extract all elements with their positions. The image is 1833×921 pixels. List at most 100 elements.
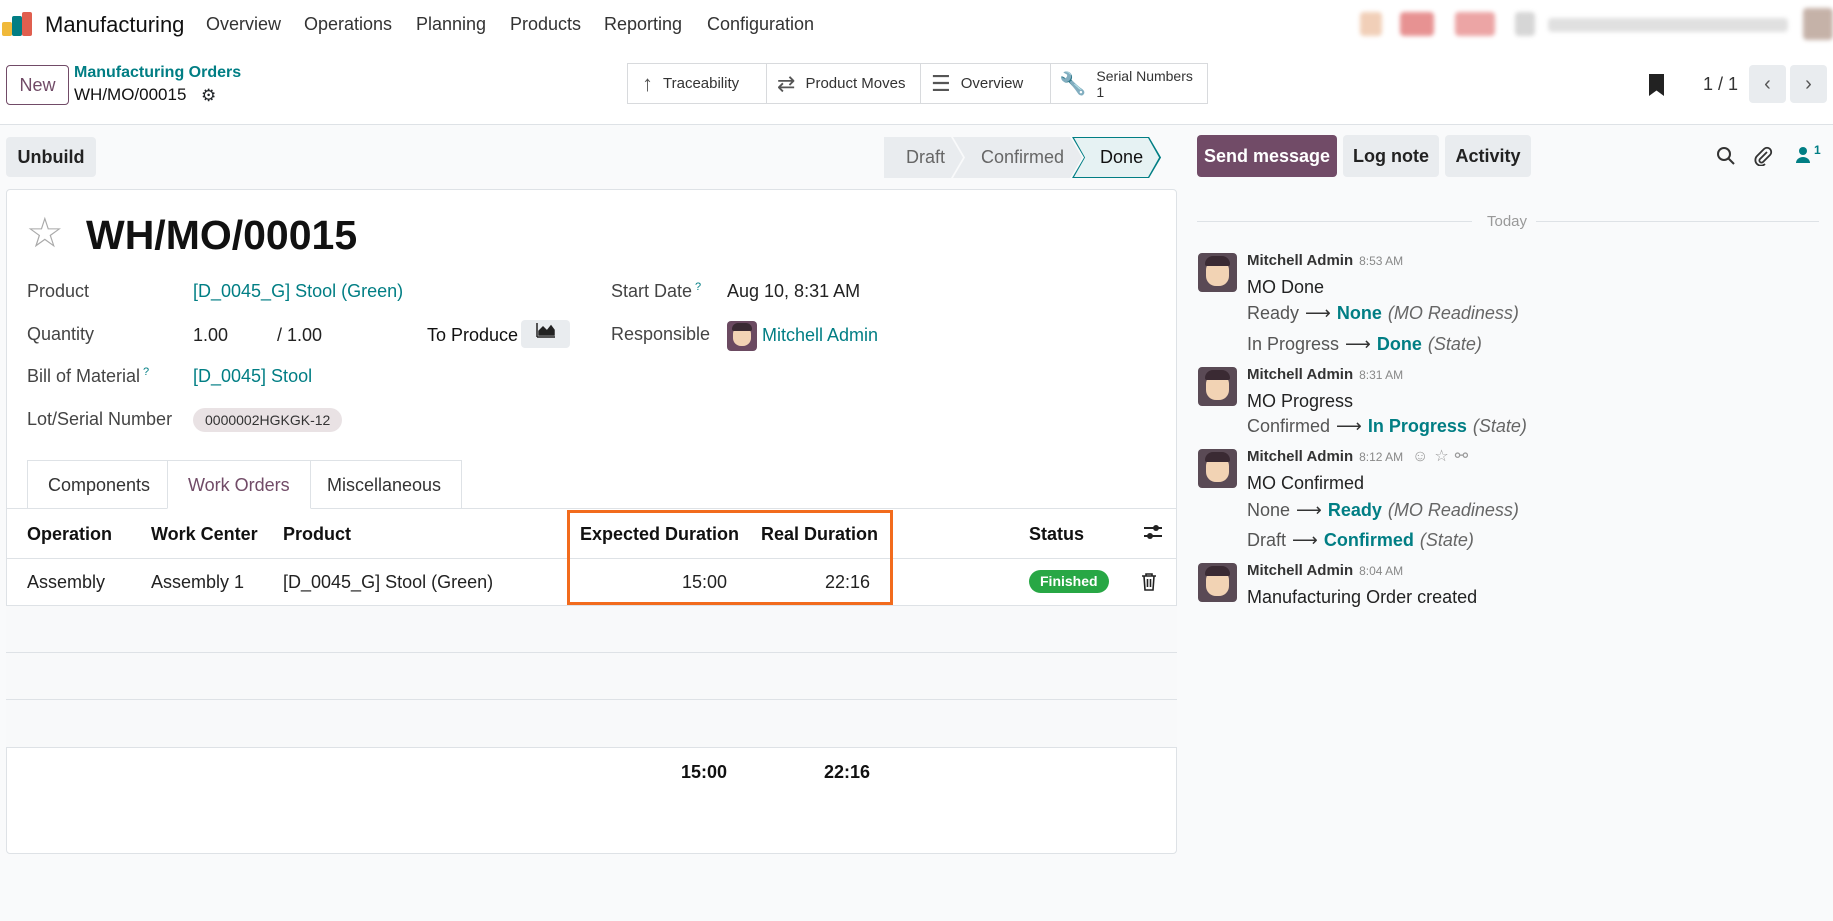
menu-overview[interactable]: Overview — [206, 14, 281, 35]
forecast-chart-button[interactable] — [521, 320, 570, 348]
close-icon[interactable] — [1515, 12, 1535, 36]
unbuild-button[interactable]: Unbuild — [6, 137, 96, 177]
traceability-label: Traceability — [663, 75, 740, 92]
list-icon: ☰ — [931, 70, 951, 96]
star-icon: ☆ — [1434, 448, 1455, 465]
quantity-total: / 1.00 — [277, 325, 323, 345]
message-body: MO Confirmed — [1247, 473, 1365, 493]
avatar[interactable] — [1198, 563, 1237, 602]
avatar[interactable] — [1198, 367, 1237, 406]
gear-icon[interactable]: ⚙ — [201, 86, 216, 106]
serial-numbers-count: 1 — [1096, 83, 1105, 100]
optional-columns-icon[interactable] — [1143, 522, 1163, 547]
col-work-center[interactable]: Work Center — [151, 524, 258, 545]
serial-numbers-button[interactable]: 🔧 Serial Numbers 1 — [1050, 63, 1208, 104]
lot-label: Lot/Serial Number — [27, 409, 173, 429]
message-actions[interactable]: ☺☆⚯ — [1412, 446, 1474, 466]
col-operation[interactable]: Operation — [27, 524, 112, 545]
col-product[interactable]: Product — [283, 524, 351, 545]
product-moves-label: Product Moves — [805, 75, 906, 92]
empty-row — [6, 606, 1177, 652]
row-divider — [6, 747, 1177, 748]
empty-row — [6, 700, 1177, 747]
quantity-field[interactable]: 1.00 — [193, 325, 228, 346]
search-icon[interactable] — [1716, 146, 1736, 172]
new-button[interactable]: New — [6, 65, 69, 105]
menu-configuration[interactable]: Configuration — [707, 14, 814, 35]
pager-next-button[interactable]: › — [1790, 65, 1827, 103]
stage-draft[interactable]: Draft — [884, 137, 963, 178]
start-date-field[interactable]: Aug 10, 8:31 AM — [727, 281, 860, 302]
avatar[interactable] — [1198, 253, 1237, 292]
followers-count: 1 — [1814, 143, 1821, 157]
manufacturing-app-icon[interactable] — [0, 12, 38, 36]
menu-reporting[interactable]: Reporting — [604, 14, 682, 35]
stage-confirmed[interactable]: Confirmed — [953, 137, 1082, 178]
message-body: MO Done — [1247, 277, 1325, 297]
message-author[interactable]: Mitchell Admin 8:31 AM — [1247, 366, 1403, 383]
area-chart-icon — [535, 323, 555, 338]
tab-work-orders[interactable]: Work Orders — [167, 460, 311, 509]
menu-planning[interactable]: Planning — [416, 14, 486, 35]
tracking-change: Ready ⟶ None (MO Readiness) — [1247, 303, 1519, 323]
cell-work-center: Assembly 1 — [151, 572, 245, 592]
app-name[interactable]: Manufacturing — [45, 12, 184, 38]
product-link[interactable]: [D_0045_G] Stool (Green) — [193, 281, 403, 302]
record-title: WH/MO/00015 — [86, 212, 358, 258]
message-author[interactable]: Mitchell Admin 8:04 AM — [1247, 562, 1403, 579]
messages-icon[interactable] — [1400, 12, 1434, 36]
bom-link[interactable]: [D_0045] Stool — [193, 366, 312, 387]
lot-serial-chip[interactable]: 0000002HGKGK-12 — [193, 408, 343, 432]
product-label: Product — [27, 281, 90, 301]
breadcrumb-current: WH/MO/00015 — [74, 85, 187, 104]
user-avatar[interactable] — [1803, 8, 1833, 40]
activities-icon[interactable] — [1455, 12, 1495, 36]
add-reaction-icon: ☺ — [1412, 448, 1435, 465]
avatar[interactable] — [1198, 449, 1237, 488]
serial-numbers-label: Serial Numbers — [1096, 67, 1193, 84]
tracking-change: Draft ⟶ Confirmed (State) — [1247, 530, 1474, 550]
responsible-label: Responsible — [611, 324, 711, 344]
start-date-label: Start Date? — [611, 281, 702, 301]
status-bar: Draft Confirmed Done — [884, 137, 1151, 178]
pager-previous-button[interactable]: ‹ — [1749, 65, 1786, 103]
breadcrumb-manufacturing-orders[interactable]: Manufacturing Orders — [74, 64, 241, 82]
product-moves-button[interactable]: ⇄ Product Moves — [766, 63, 921, 104]
responsible-link[interactable]: Mitchell Admin — [762, 325, 878, 346]
menu-products[interactable]: Products — [510, 14, 581, 35]
control-panel: New Manufacturing Orders WH/MO/00015 ⚙ ↑… — [0, 50, 1833, 125]
trash-icon[interactable] — [1141, 573, 1157, 596]
message-body: MO Progress — [1247, 391, 1354, 411]
paperclip-icon[interactable] — [1753, 146, 1773, 172]
cell-operation: Assembly — [27, 572, 106, 592]
top-navbar: Manufacturing Overview Operations Planni… — [0, 0, 1833, 50]
company-switcher[interactable] — [1548, 18, 1788, 32]
date-divider-right — [1536, 221, 1819, 222]
stage-done[interactable]: Done — [1072, 137, 1161, 178]
followers-icon[interactable] — [1795, 146, 1811, 170]
menu-operations[interactable]: Operations — [304, 14, 392, 35]
activity-button[interactable]: Activity — [1445, 135, 1531, 177]
tab-components[interactable]: Components — [27, 460, 172, 509]
duration-highlight-box — [567, 510, 893, 605]
log-note-button[interactable]: Log note — [1343, 135, 1439, 177]
message-body: Manufacturing Order created — [1247, 587, 1478, 607]
bookmark-icon[interactable] — [1649, 74, 1664, 96]
responsible-avatar — [727, 321, 757, 351]
tab-miscellaneous[interactable]: Miscellaneous — [306, 460, 463, 509]
to-produce-label: To Produce — [427, 325, 519, 345]
message-author[interactable]: Mitchell Admin 8:12 AM — [1247, 448, 1403, 465]
tracking-change: None ⟶ Ready (MO Readiness) — [1247, 500, 1519, 520]
message-author[interactable]: Mitchell Admin 8:53 AM — [1247, 252, 1403, 269]
total-expected-duration: 15:00 — [680, 762, 727, 782]
cell-product: [D_0045_G] Stool (Green) — [283, 572, 494, 592]
star-icon[interactable]: ☆ — [26, 212, 64, 254]
wrench-icon: 🔧 — [1059, 70, 1087, 96]
overview-button[interactable]: ☰ Overview — [920, 63, 1051, 104]
empty-row — [6, 653, 1177, 699]
debug-icon[interactable] — [1360, 12, 1382, 36]
traceability-button[interactable]: ↑ Traceability — [627, 63, 767, 104]
col-status[interactable]: Status — [1029, 524, 1084, 545]
send-message-button[interactable]: Send message — [1197, 135, 1337, 177]
pager-value[interactable]: 1 / 1 — [1703, 74, 1738, 95]
